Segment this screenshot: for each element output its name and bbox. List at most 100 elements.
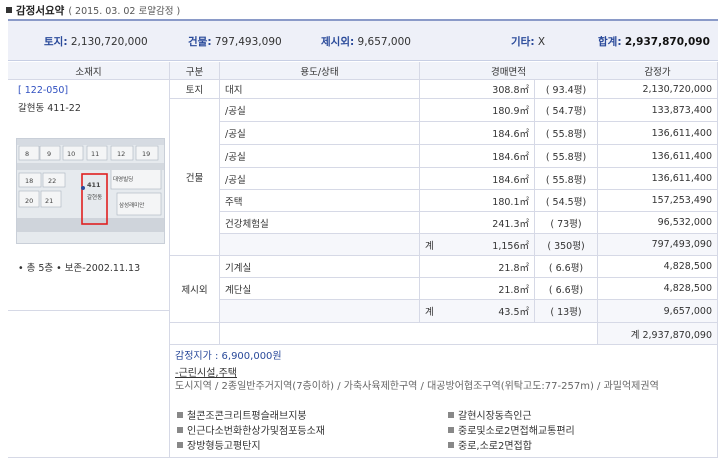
map-parcel-label: 19 (142, 150, 150, 158)
map-parcel-label: 22 (48, 177, 56, 185)
summary-building: 건물: 797,493,090 (188, 36, 282, 48)
appraisal-land-price: 감정지가 : 6,900,000원 (175, 351, 282, 362)
map-building-label: 갈현동 (87, 193, 102, 201)
row-area: 21.8㎡ (420, 256, 535, 278)
row-pyeong: ( 55.8평) (535, 168, 598, 190)
location-empty (8, 311, 170, 458)
location-map[interactable]: 8 9 10 11 12 19 18 22 20 21 411 대영빌딩 갈현동… (16, 138, 165, 244)
row-area: 184.6㎡ (420, 145, 535, 168)
row-price: 136,611,400 (598, 168, 718, 190)
row-area: 180.9㎡ (420, 99, 535, 122)
row-use: 기계실 (220, 256, 420, 278)
row-area: 180.1㎡ (420, 190, 535, 212)
row-price: 136,611,400 (598, 145, 718, 168)
bullet-icon (177, 426, 183, 433)
section-subtitle: ( 2015. 03. 02 로얄감정 ) (68, 6, 181, 17)
feature-item: 철콘조콘크리트평슬래브지붕 (177, 407, 307, 422)
row-pyeong: ( 73평) (535, 212, 598, 234)
row-price: 96,532,000 (598, 212, 718, 234)
subtotal-area: 1,156㎡ (492, 240, 529, 252)
bullet-icon (177, 441, 183, 448)
row-price: 2,130,720,000 (598, 80, 718, 99)
external-subtotal-pyeong: ( 13평) (535, 300, 598, 323)
section-header: 감정서요약 ( 2015. 03. 02 로얄감정 ) (6, 3, 180, 17)
group-building: 건물 (170, 99, 220, 256)
feature-item: 중로,소로2면접합 (448, 437, 532, 452)
grand-total-spacer (220, 323, 598, 345)
summary-other: 기타: X (511, 36, 546, 48)
row-use: /공실 (220, 122, 420, 145)
bullet-icon (177, 411, 183, 418)
bullet-icon (448, 426, 454, 433)
row-price: 133,873,400 (598, 99, 718, 122)
section-title: 감정서요약 (16, 4, 65, 17)
building-subtotal-price: 797,493,090 (598, 234, 718, 256)
row-price: 136,611,400 (598, 122, 718, 145)
map-building-label: 삼성래미안 (119, 201, 144, 209)
row-pyeong: ( 55.8평) (535, 145, 598, 168)
map-parcel-label: 9 (47, 150, 51, 158)
square-bullet-icon (6, 7, 12, 13)
location-pin-icon (81, 186, 85, 190)
row-use: 건강체험실 (220, 212, 420, 234)
map-parcel-label: 20 (25, 197, 33, 205)
row-pyeong: ( 93.4평) (535, 80, 598, 99)
row-use: /공실 (220, 168, 420, 190)
bullet-icon (448, 441, 454, 448)
row-use: /공실 (220, 145, 420, 168)
map-parcel-label: 8 (25, 150, 29, 158)
feature-item: 갈현시장동측인근 (448, 407, 532, 422)
subtotal-label: 계 (425, 240, 434, 252)
bullet-icon (448, 411, 454, 418)
map-parcel-label: 11 (91, 150, 99, 158)
feature-item: 장방형등고평탄지 (177, 437, 261, 452)
col-header-price: 감정가 (598, 62, 718, 80)
feature-item: 인근다소번화한상가및점포등소재 (177, 422, 325, 437)
subtotal-area: 43.5㎡ (498, 307, 529, 318)
row-area: 308.8㎡ (420, 80, 535, 99)
feature-item: 중로및소로2면접해교통편리 (448, 422, 575, 437)
summary-land: 토지: 2,130,720,000 (44, 36, 148, 48)
external-subtotal-price: 9,657,000 (598, 300, 718, 323)
row-pyeong: ( 54.7평) (535, 99, 598, 122)
row-pyeong: ( 55.8평) (535, 122, 598, 145)
row-use: 대지 (220, 80, 420, 99)
map-parcel-label: 18 (25, 177, 33, 185)
map-parcel-label: 12 (117, 150, 125, 158)
map-parcel-label: 10 (67, 150, 75, 158)
row-pyeong: ( 6.6평) (535, 278, 598, 300)
subtotal-label: 계 (425, 307, 434, 318)
row-price: 4,828,500 (598, 278, 718, 300)
building-use: -근린시설,주택 (175, 368, 237, 379)
group-empty (170, 323, 220, 345)
building-subtotal-pyeong: ( 350평) (535, 234, 598, 256)
subtotal-spacer (220, 234, 420, 256)
row-area: 184.6㎡ (420, 122, 535, 145)
map-graphic: 8 9 10 11 12 19 18 22 20 21 411 대영빌딩 갈현동… (17, 139, 164, 243)
floor-info: • 총 5층 • 보존-2002.11.13 (18, 263, 141, 274)
building-subtotal-area: 계 1,156㎡ (420, 234, 535, 256)
address: 갈현동 411-22 (18, 103, 81, 114)
col-header-category: 구분 (170, 62, 220, 80)
row-price: 157,253,490 (598, 190, 718, 212)
group-external: 제시외 (170, 256, 220, 323)
map-building-label: 대영빌딩 (113, 175, 133, 183)
row-area: 241.3㎡ (420, 212, 535, 234)
appraisal-table: 소재지 구분 용도/상태 경매면적 감정가 [ 122-050] 갈현동 411… (8, 62, 718, 458)
group-land: 토지 (170, 80, 220, 99)
row-use: 주택 (220, 190, 420, 212)
postal-code[interactable]: [ 122-050] (18, 85, 68, 96)
row-use: 계단실 (220, 278, 420, 300)
summary-total: 합계: 2,937,870,090 (598, 36, 710, 48)
col-header-location: 소재지 (8, 62, 170, 80)
appraisal-details: 감정지가 : 6,900,000원 -근린시설,주택 도시지역 / 2종일반주거… (170, 345, 718, 458)
external-subtotal-area: 계 43.5㎡ (420, 300, 535, 323)
summary-bar: 토지: 2,130,720,000 건물: 797,493,090 제시외: 9… (8, 19, 718, 61)
row-area: 184.6㎡ (420, 168, 535, 190)
summary-external: 제시외: 9,657,000 (321, 36, 411, 48)
row-pyeong: ( 6.6평) (535, 256, 598, 278)
subtotal-spacer (220, 300, 420, 323)
grand-total: 계 2,937,870,090 (598, 323, 718, 345)
row-pyeong: ( 54.5평) (535, 190, 598, 212)
row-price: 4,828,500 (598, 256, 718, 278)
